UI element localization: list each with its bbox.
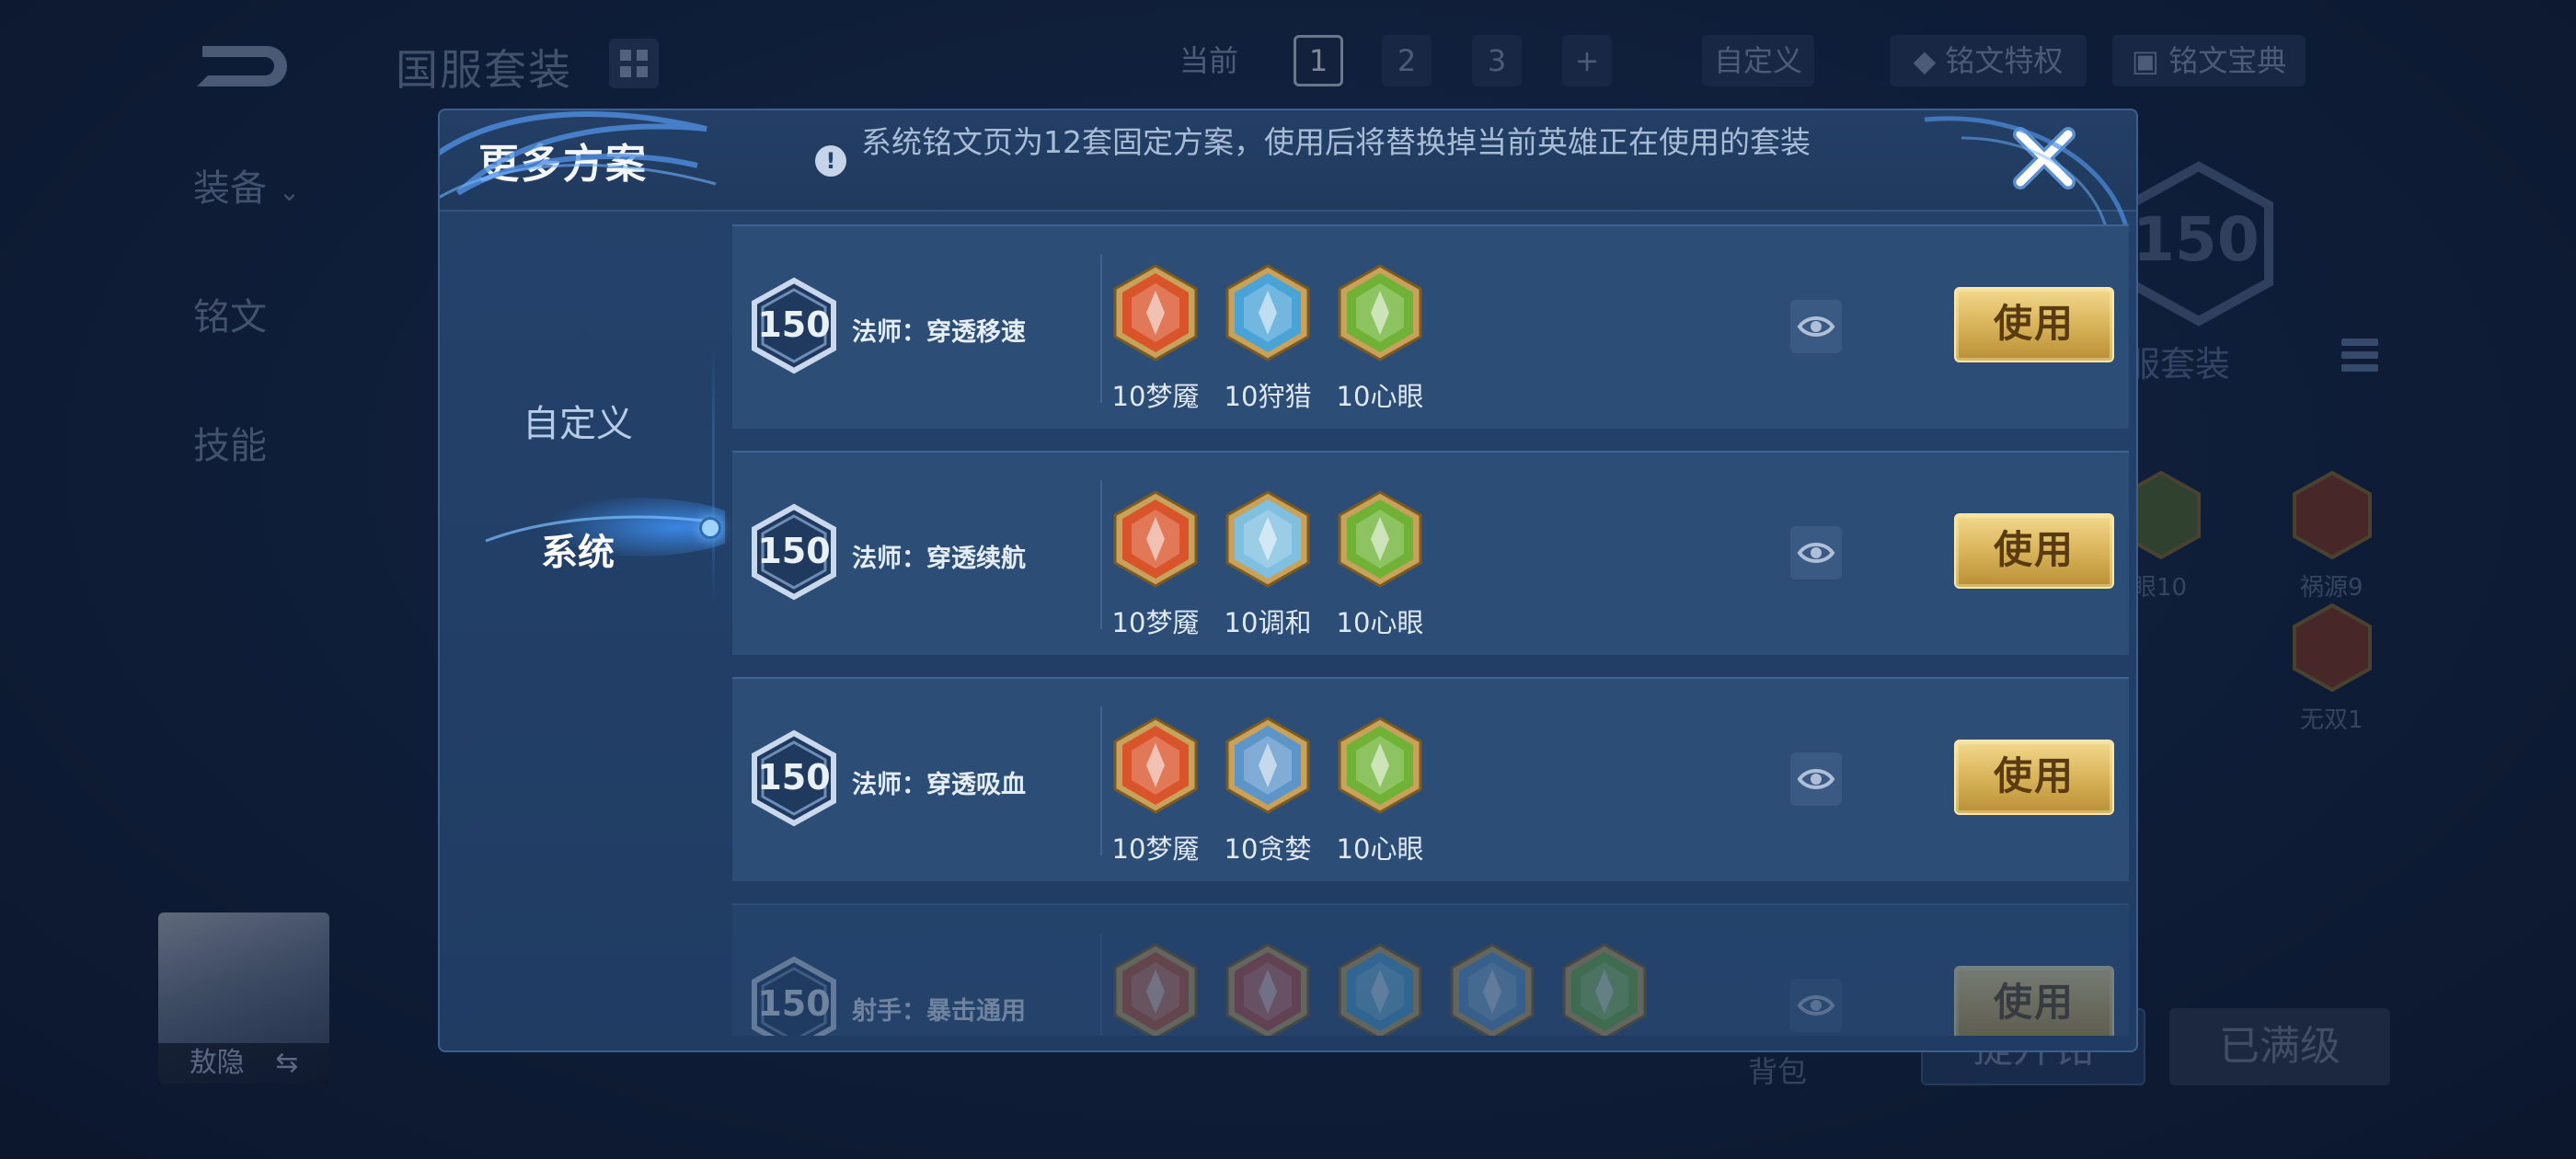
rune-count-label: 10心眼 [1336,833,1424,865]
scheme-row: 150 射手：暴击通用 使用 [732,903,2129,1036]
scheme-row: 150 法师：穿透续航 10梦魇 10调和 10心眼 使用 [732,451,2129,655]
scheme-name: 法师：穿透续航 [852,545,1026,573]
close-icon[interactable] [2009,123,2079,193]
active-indicator-dot [699,517,721,539]
heart-eye-rune-icon[interactable] [1336,263,1424,362]
red-rune-icon[interactable] [1224,942,1312,1036]
rune-count-label: 10狩猎 [1224,381,1312,412]
greed-rune-icon[interactable] [1224,716,1312,815]
nightmare-rune-icon[interactable] [1111,263,1200,362]
scheme-row: 150 法师：穿透移速 10梦魇 10狩猎 10心眼 使用 [732,224,2129,429]
green-rune-icon[interactable] [1560,942,1649,1036]
scheme-category-sidebar: 自定义 系统 [440,210,725,1050]
preview-eye-icon[interactable] [1790,300,1842,353]
rune-count-label: 10梦魇 [1111,833,1200,865]
scheme-level: 150 [757,757,831,798]
nightmare-rune-icon[interactable] [1111,716,1200,815]
harmony-rune-icon[interactable] [1224,489,1312,589]
row-divider [1100,933,1102,1036]
rune-count-label: 10梦魇 [1111,381,1200,412]
use-scheme-button[interactable]: 使用 [1954,966,2114,1036]
sidebar-item-system[interactable]: 系统 [440,522,716,576]
info-icon: ! [815,145,846,177]
scheme-level: 150 [757,531,831,571]
more-schemes-dialog: 更多方案 ! 系统铭文页为12套固定方案，使用后将替换掉当前英雄正在使用的套装 … [438,109,2138,1052]
scheme-level: 150 [757,983,831,1024]
scheme-name: 法师：穿透移速 [852,318,1026,347]
dialog-title: 更多方案 [478,141,648,188]
scheme-level: 150 [757,304,831,345]
preview-eye-icon[interactable] [1790,526,1842,580]
scheme-list[interactable]: 150 法师：穿透移速 10梦魇 10狩猎 10心眼 使用 150 法师：穿透续航 10梦魇 10… [732,224,2129,1036]
hunt-rune-icon[interactable] [1224,263,1312,362]
info-text: 系统铭文页为12套固定方案，使用后将替换掉当前英雄正在使用的套装 [861,124,1811,160]
blue-rune-icon[interactable] [1336,942,1424,1036]
heart-eye-rune-icon[interactable] [1336,489,1424,589]
preview-eye-icon[interactable] [1790,979,1842,1032]
rune-count-label: 10调和 [1224,607,1312,638]
sidebar-item-custom[interactable]: 自定义 [440,394,716,447]
scheme-name: 法师：穿透吸血 [852,771,1026,799]
heart-eye-rune-icon[interactable] [1336,716,1424,815]
red-rune-icon[interactable] [1111,942,1200,1036]
rune-count-label: 10心眼 [1336,607,1424,638]
use-scheme-button[interactable]: 使用 [1954,287,2114,362]
rune-count-label: 10心眼 [1336,381,1424,412]
scheme-row: 150 法师：穿透吸血 10梦魇 10贪婪 10心眼 使用 [732,677,2129,881]
scheme-name: 射手：暴击通用 [852,997,1026,1026]
rune-count-label: 10贪婪 [1224,833,1312,865]
blue-rune-icon[interactable] [1448,942,1536,1036]
preview-eye-icon[interactable] [1790,752,1842,806]
nightmare-rune-icon[interactable] [1111,489,1200,589]
use-scheme-button[interactable]: 使用 [1954,740,2114,815]
rune-count-label: 10梦魇 [1111,607,1200,638]
use-scheme-button[interactable]: 使用 [1954,513,2114,589]
dialog-header: 更多方案 ! 系统铭文页为12套固定方案，使用后将替换掉当前英雄正在使用的套装 [440,110,2136,212]
